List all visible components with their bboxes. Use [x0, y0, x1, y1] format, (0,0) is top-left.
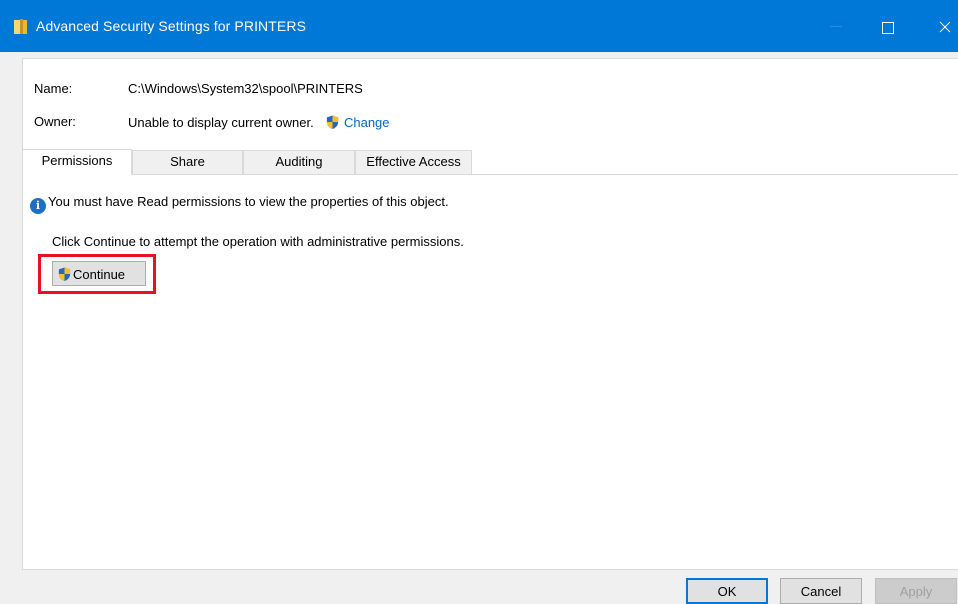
close-button[interactable] — [930, 14, 958, 40]
tab-share[interactable]: Share — [132, 150, 243, 174]
title-bar: Advanced Security Settings for PRINTERS — [0, 0, 958, 52]
owner-label: Owner: — [34, 114, 76, 129]
info-icon: i — [30, 198, 46, 214]
uac-shield-icon — [58, 266, 71, 281]
owner-value: Unable to display current owner. — [128, 115, 314, 130]
info-message-text: You must have Read permissions to view t… — [48, 194, 449, 209]
tab-divider — [22, 174, 958, 175]
change-owner-link[interactable]: Change — [344, 115, 390, 130]
uac-shield-icon — [327, 115, 339, 130]
info-message: i You must have Read permissions to view … — [30, 194, 449, 214]
continue-note: Click Continue to attempt the operation … — [52, 234, 464, 249]
tab-permissions[interactable]: Permissions — [22, 149, 132, 175]
window-title: Advanced Security Settings for PRINTERS — [36, 18, 307, 34]
owner-row: Unable to display current owner. Change — [128, 114, 390, 130]
apply-button[interactable]: Apply — [875, 578, 957, 604]
maximize-button[interactable] — [873, 14, 903, 40]
name-label: Name: — [34, 81, 73, 96]
tab-auditing[interactable]: Auditing — [243, 150, 355, 174]
continue-button-label: Continue — [73, 266, 126, 282]
tab-effective-access[interactable]: Effective Access — [355, 150, 472, 174]
ok-button[interactable]: OK — [686, 578, 768, 604]
cancel-button[interactable]: Cancel — [780, 578, 862, 604]
minimize-button[interactable] — [830, 26, 842, 27]
folder-icon — [14, 19, 27, 34]
close-icon — [939, 21, 951, 33]
continue-button[interactable]: Continue — [52, 261, 146, 286]
dialog-panel — [22, 58, 958, 570]
name-value: C:\Windows\System32\spool\PRINTERS — [128, 81, 363, 96]
